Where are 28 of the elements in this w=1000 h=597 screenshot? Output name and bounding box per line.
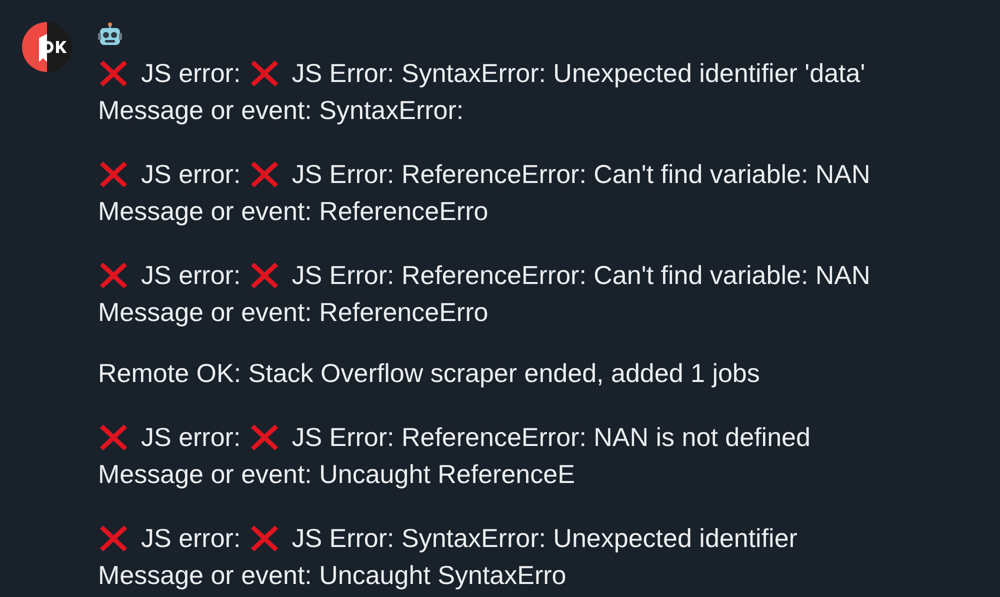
event-line: Message or event: ReferenceErro xyxy=(98,196,488,226)
cross-icon xyxy=(98,523,129,554)
event-line: Message or event: Uncaught SyntaxErro xyxy=(98,560,566,590)
cross-icon xyxy=(98,58,129,89)
avatar-logo-icon[interactable] xyxy=(22,22,72,72)
event-line: Message or event: ReferenceErro xyxy=(98,297,488,327)
cross-icon xyxy=(98,159,129,190)
error-detail: JS Error: ReferenceError: NAN is not defined xyxy=(292,421,810,454)
error-label: JS error: xyxy=(141,259,241,292)
cross-icon xyxy=(248,159,280,190)
cross-icon xyxy=(248,58,280,89)
error-detail: JS Error: ReferenceError: Can't find variable: NAN xyxy=(292,158,870,191)
cross-icon xyxy=(248,523,280,554)
error-label: JS error: xyxy=(141,522,241,555)
error-detail: JS Error: SyntaxError: Unexpected identifier xyxy=(292,522,798,555)
error-label: JS error: xyxy=(141,158,241,191)
event-line: Message or event: Uncaught ReferenceE xyxy=(98,459,575,489)
error-detail: JS Error: SyntaxError: Unexpected identifier 'data' xyxy=(292,57,866,90)
cross-icon xyxy=(248,260,280,291)
error-detail: JS Error: ReferenceError: Can't find variable: NAN xyxy=(292,259,870,292)
info-message: Remote OK: Stack Overflow scraper ended, added 1 jobs xyxy=(98,358,760,388)
cross-icon xyxy=(98,422,129,453)
error-label: JS error: xyxy=(141,57,241,90)
error-label: JS error: xyxy=(141,421,241,454)
cross-icon xyxy=(98,260,129,291)
cross-icon xyxy=(248,422,280,453)
robot-icon xyxy=(98,22,122,46)
event-line: Message or event: SyntaxError: xyxy=(98,95,464,125)
